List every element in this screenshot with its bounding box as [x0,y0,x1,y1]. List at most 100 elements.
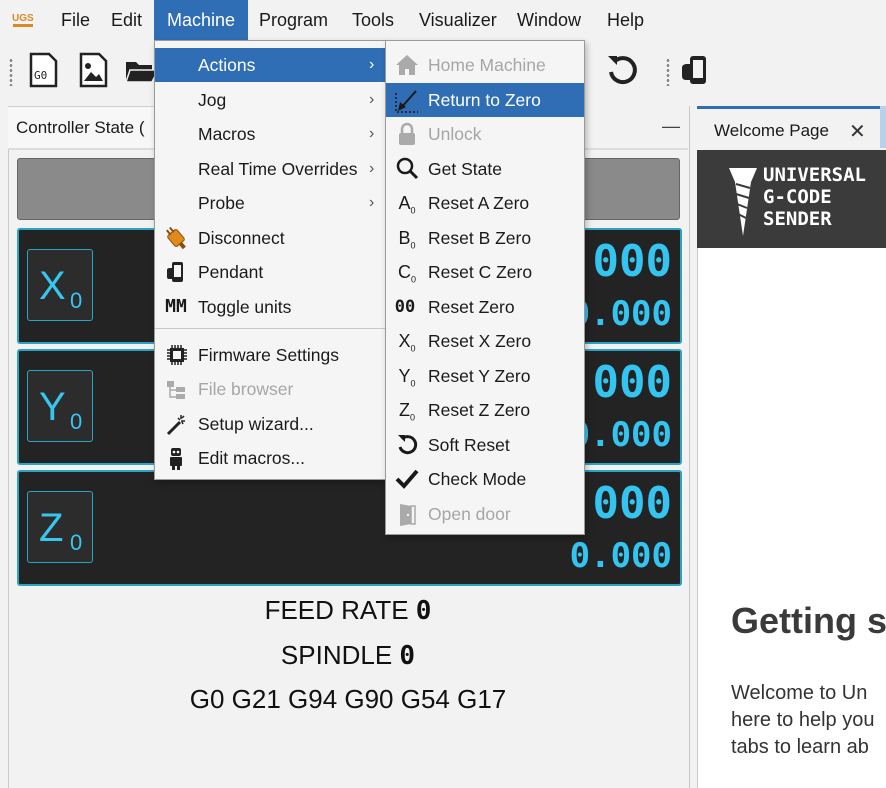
controller-state-title: Controller State ( [16,118,145,137]
file-browser-icon [163,372,189,406]
g0-file-button[interactable]: G0 [23,50,63,90]
menu-separator [155,328,387,329]
axis-y-icon: Y0 [398,366,416,389]
z-machine-position: 0.000 [569,536,672,576]
menu-help[interactable]: Help [594,0,657,40]
close-icon[interactable]: ✕ [849,119,866,144]
feed-rate-label: FEED RATE [264,595,409,625]
menu-item-toggle-units[interactable]: MM Toggle units [155,290,387,324]
menu-item-get-state[interactable]: Get State [386,152,584,186]
feed-rate-value: 0 [415,596,432,626]
checkmark-icon [394,462,420,496]
menu-file[interactable]: File [48,0,103,40]
menu-bar: UGS File Edit Machine Program Tools Visu… [0,0,886,40]
ugs-banner: UNIVERSAL G-CODE SENDER [697,150,886,248]
menu-item-reset-c-zero[interactable]: C0 Reset C Zero [386,255,584,289]
lock-icon [394,117,420,151]
menu-item-unlock: Unlock [386,117,584,151]
menu-item-probe[interactable]: Probe › [155,186,387,220]
menu-item-disconnect[interactable]: Disconnect [155,221,387,255]
ugs-bit-logo-icon [729,168,757,236]
menu-edit[interactable]: Edit [98,0,155,40]
chevron-right-icon: › [369,91,375,108]
x-axis-letter: X [39,264,66,308]
spindle-value: 0 [399,641,416,671]
robot-icon [163,441,189,475]
menu-item-open-door: Open door [386,497,584,531]
home-icon [394,48,420,82]
g0-file-icon: G0 [29,52,58,88]
plug-icon [163,221,189,255]
chip-icon [163,338,189,372]
z-axis-subscript: 0 [70,530,83,555]
gcode-state: G0 G21 G94 G90 G54 G17 [189,684,507,714]
pendant-button[interactable] [677,50,717,90]
phone-icon [163,255,189,289]
reset-z-zero-button[interactable]: Z 0 [27,491,93,563]
toolbar-separator [666,58,670,86]
welcome-text-line: here to help you [731,709,875,731]
reset-y-zero-button[interactable]: Y 0 [27,370,93,442]
axis-x-icon: X0 [398,331,416,354]
axis-b-icon: B0 [398,228,416,251]
menu-item-reset-b-zero[interactable]: B0 Reset B Zero [386,221,584,255]
menu-item-real-time-overrides[interactable]: Real Time Overrides › [155,152,387,186]
menu-item-file-browser: File browser [155,372,387,406]
z-axis-letter: Z [39,506,64,550]
reset-zero-icon: 00 [394,297,416,317]
door-icon [394,497,420,531]
app-logo-icon: UGS [11,9,35,29]
return-to-zero-icon [394,83,420,117]
reset-x-zero-button[interactable]: X 0 [27,249,93,321]
menu-visualizer[interactable]: Visualizer [406,0,510,40]
pendant-icon [682,56,706,84]
welcome-text-line: tabs to learn ab [731,736,869,758]
wand-icon [163,407,189,441]
soft-reset-button[interactable] [602,50,642,90]
axis-z-icon: Z0 [398,400,415,423]
svg-text:UGS: UGS [12,13,34,24]
menu-item-reset-z-zero[interactable]: Z0 Reset Z Zero [386,393,584,427]
menu-item-reset-y-zero[interactable]: Y0 Reset Y Zero [386,359,584,393]
chevron-right-icon: › [369,56,375,73]
minimize-panel-button[interactable]: — [662,116,680,137]
menu-item-soft-reset[interactable]: Soft Reset [386,428,584,462]
menu-machine[interactable]: Machine [154,0,249,40]
search-icon [394,152,420,186]
ugs-banner-text: UNIVERSAL G-CODE SENDER [763,164,866,230]
menu-item-pendant[interactable]: Pendant [155,255,387,289]
reset-icon [608,56,637,85]
menu-item-return-to-zero[interactable]: Return to Zero [386,83,584,117]
menu-tools[interactable]: Tools [339,0,407,40]
image-file-icon [79,52,108,88]
welcome-tab-label: Welcome Page [714,121,829,140]
menu-item-reset-zero[interactable]: 00 Reset Zero [386,290,584,324]
menu-program[interactable]: Program [246,0,341,40]
menu-item-reset-x-zero[interactable]: X0 Reset X Zero [386,324,584,358]
menu-item-jog[interactable]: Jog › [155,83,387,117]
welcome-heading: Getting s [731,600,886,641]
menu-item-reset-a-zero[interactable]: A0 Reset A Zero [386,186,584,220]
controller-state-tab[interactable]: Controller State ( [8,106,168,149]
spindle-row: SPINDLE 0 [8,640,688,671]
menu-item-edit-macros[interactable]: Edit macros... [155,441,387,475]
menu-item-setup-wizard[interactable]: Setup wizard... [155,407,387,441]
menu-item-macros[interactable]: Macros › [155,117,387,151]
svg-text:G0: G0 [34,69,47,82]
open-image-button[interactable] [73,50,113,90]
spindle-label: SPINDLE [280,640,393,670]
chevron-right-icon: › [369,160,375,177]
menu-item-actions[interactable]: Actions › [155,48,387,82]
menu-item-check-mode[interactable]: Check Mode [386,462,584,496]
x-axis-subscript: 0 [70,288,83,313]
y-axis-letter: Y [39,385,66,429]
toolbar-grip[interactable] [9,58,13,86]
menu-item-home-machine: Home Machine [386,48,584,82]
tab-scroll-indicator [880,106,886,148]
tab-welcome-page[interactable]: Welcome Page ✕ [697,106,886,151]
menu-window[interactable]: Window [504,0,594,40]
y-axis-subscript: 0 [70,409,83,434]
chevron-right-icon: › [369,125,375,142]
units-icon: MM [165,296,187,317]
menu-item-firmware-settings[interactable]: Firmware Settings [155,338,387,372]
